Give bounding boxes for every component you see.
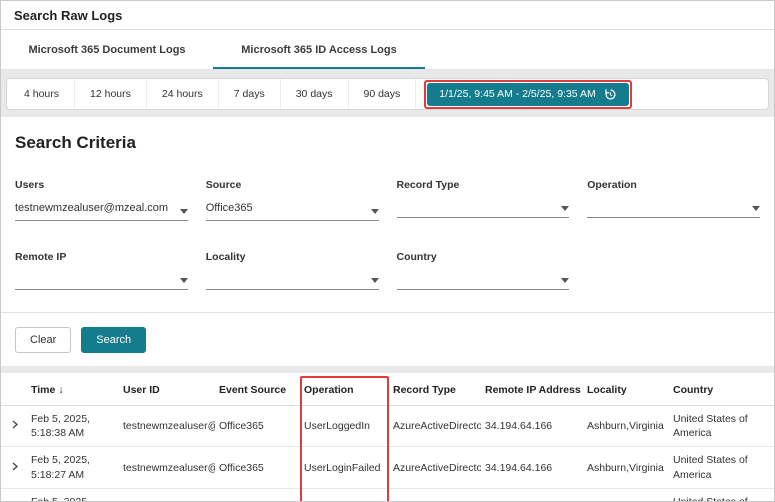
cell-locality: Ashburn,Virginia <box>583 406 669 447</box>
expand-row-icon[interactable] <box>5 420 19 432</box>
chevron-down-icon <box>371 278 379 283</box>
field-users: Users testnewmzealuser@mzeal.com <box>15 179 188 221</box>
users-value: testnewmzealuser@mzeal.com <box>15 202 168 214</box>
cell-operation: UserLoggedIn <box>300 488 389 502</box>
locality-select[interactable] <box>206 274 379 290</box>
col-country: Country <box>669 373 775 406</box>
source-value: Office365 <box>206 202 253 214</box>
time-option-12-hours[interactable]: 12 hours <box>75 79 147 109</box>
col-record-type: Record Type <box>389 373 481 406</box>
field-country: Country <box>397 251 570 290</box>
field-operation: Operation <box>587 179 760 221</box>
field-record-type: Record Type <box>397 179 570 221</box>
results-table: Time↓ User ID Event Source Operation Rec… <box>1 373 775 502</box>
cell-time: Feb 5, 2025, 5:16:17 AM <box>27 488 119 502</box>
cell-user-id: testnewmzealuser@mzeal.com <box>119 447 215 488</box>
cell-record-type: AzureActiveDirectorySts <box>389 488 481 502</box>
source-select[interactable]: Office365 <box>206 202 379 221</box>
operation-select[interactable] <box>587 202 760 218</box>
time-option-4-hours[interactable]: 4 hours <box>9 79 75 109</box>
country-label: Country <box>397 251 570 263</box>
time-option-90-days[interactable]: 90 days <box>349 79 417 109</box>
expand-row-icon[interactable] <box>5 462 19 474</box>
operation-label: Operation <box>587 179 760 191</box>
cell-remote-ip: 34.194.64.166 <box>481 406 583 447</box>
users-label: Users <box>15 179 188 191</box>
cell-record-type: AzureActiveDirectorySts <box>389 406 481 447</box>
cell-event-source: Office365 <box>215 488 300 502</box>
tab-document-logs[interactable]: Microsoft 365 Document Logs <box>1 30 213 69</box>
col-operation: Operation <box>300 373 389 406</box>
source-label: Source <box>206 179 379 191</box>
chevron-down-icon <box>752 206 760 211</box>
field-source: Source Office365 <box>206 179 379 221</box>
date-range-annotation-box: 1/1/25, 9:45 AM - 2/5/25, 9:35 AM <box>424 80 631 109</box>
country-select[interactable] <box>397 274 570 290</box>
time-option-7-days[interactable]: 7 days <box>219 79 281 109</box>
cell-time: Feb 5, 2025, 5:18:38 AM <box>27 406 119 447</box>
results-table-section: Time↓ User ID Event Source Operation Rec… <box>1 373 774 502</box>
criteria-fields: Users testnewmzealuser@mzeal.com Source … <box>15 179 760 290</box>
cell-locality: Ashburn,Virginia <box>583 488 669 502</box>
chevron-down-icon <box>180 209 188 214</box>
cell-event-source: Office365 <box>215 447 300 488</box>
table-row[interactable]: Feb 5, 2025, 5:16:17 AM testnewmzealuser… <box>1 488 775 502</box>
col-user-id: User ID <box>119 373 215 406</box>
record-type-label: Record Type <box>397 179 570 191</box>
table-row[interactable]: Feb 5, 2025, 5:18:38 AM testnewmzealuser… <box>1 406 775 447</box>
col-event-source: Event Source <box>215 373 300 406</box>
table-header-row: Time↓ User ID Event Source Operation Rec… <box>1 373 775 406</box>
search-criteria-title: Search Criteria <box>15 133 760 153</box>
log-type-tabs: Microsoft 365 Document Logs Microsoft 36… <box>1 30 774 70</box>
col-locality: Locality <box>583 373 669 406</box>
cell-user-id: testnewmzealuser@mzeal.com <box>119 406 215 447</box>
cell-user-id: testnewmzealuser@mzeal.com <box>119 488 215 502</box>
cell-country: United States of America <box>669 447 775 488</box>
clear-button[interactable]: Clear <box>15 327 71 353</box>
remote-ip-select[interactable] <box>15 274 188 290</box>
search-criteria-panel: Search Criteria Users testnewmzealuser@m… <box>1 117 774 366</box>
remote-ip-label: Remote IP <box>15 251 188 263</box>
cell-locality: Ashburn,Virginia <box>583 447 669 488</box>
locality-label: Locality <box>206 251 379 263</box>
cell-remote-ip: 34.194.64.166 <box>481 488 583 502</box>
chevron-down-icon <box>180 278 188 283</box>
criteria-actions: Clear Search <box>15 313 760 353</box>
search-raw-logs-page: Search Raw Logs Microsoft 365 Document L… <box>0 0 775 502</box>
cell-operation: UserLoggedIn <box>300 406 389 447</box>
cell-record-type: AzureActiveDirectorySts <box>389 447 481 488</box>
record-type-select[interactable] <box>397 202 570 218</box>
time-range-bar-wrap: 4 hours 12 hours 24 hours 7 days 30 days… <box>1 70 774 117</box>
field-remote-ip: Remote IP <box>15 251 188 290</box>
cell-country: United States of America <box>669 488 775 502</box>
refresh-history-icon[interactable] <box>604 88 617 101</box>
col-remote-ip: Remote IP Address <box>481 373 583 406</box>
chevron-down-icon <box>561 278 569 283</box>
chevron-down-icon <box>561 206 569 211</box>
field-locality: Locality <box>206 251 379 290</box>
cell-country: United States of America <box>669 406 775 447</box>
cell-operation: UserLoginFailed <box>300 447 389 488</box>
time-option-30-days[interactable]: 30 days <box>281 79 349 109</box>
users-select[interactable]: testnewmzealuser@mzeal.com <box>15 202 188 221</box>
search-button[interactable]: Search <box>81 327 146 353</box>
cell-remote-ip: 34.194.64.166 <box>481 447 583 488</box>
tab-id-access-logs[interactable]: Microsoft 365 ID Access Logs <box>213 30 425 69</box>
cell-time: Feb 5, 2025, 5:18:27 AM <box>27 447 119 488</box>
time-option-24-hours[interactable]: 24 hours <box>147 79 219 109</box>
custom-date-range-button[interactable]: 1/1/25, 9:45 AM - 2/5/25, 9:35 AM <box>427 83 628 106</box>
sort-descending-icon[interactable]: ↓ <box>58 384 63 396</box>
page-title: Search Raw Logs <box>1 1 774 30</box>
cell-event-source: Office365 <box>215 406 300 447</box>
expand-column-header <box>1 373 27 406</box>
table-row[interactable]: Feb 5, 2025, 5:18:27 AM testnewmzealuser… <box>1 447 775 488</box>
chevron-down-icon <box>371 209 379 214</box>
col-time: Time↓ <box>27 373 119 406</box>
time-range-bar: 4 hours 12 hours 24 hours 7 days 30 days… <box>6 78 769 110</box>
date-range-label: 1/1/25, 9:45 AM - 2/5/25, 9:35 AM <box>439 88 595 100</box>
